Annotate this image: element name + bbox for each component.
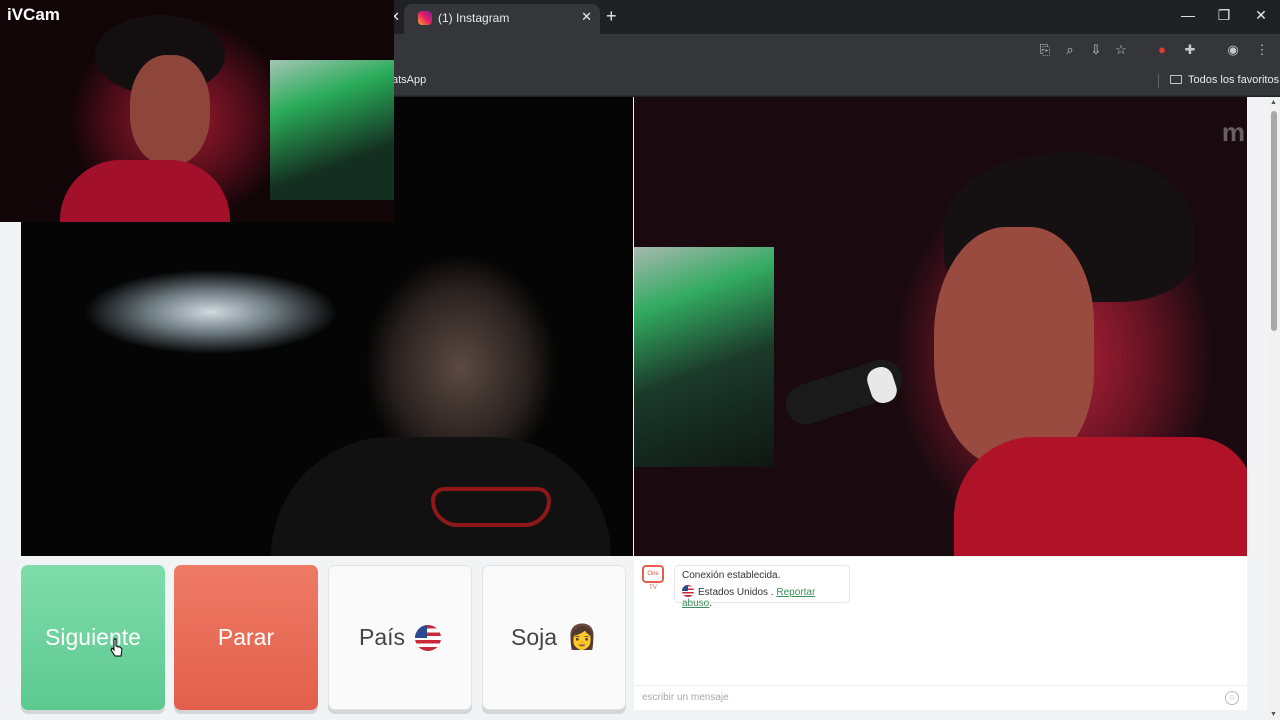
scroll-down-icon[interactable]: ▼: [1270, 711, 1277, 718]
ivcam-person-hoodie: [60, 160, 230, 222]
country-button-label: País: [358, 624, 406, 650]
scroll-up-icon[interactable]: ▲: [1270, 99, 1277, 106]
close-tab-icon[interactable]: ✕: [581, 9, 592, 25]
ivcam-preview-window[interactable]: iVCam: [0, 0, 394, 222]
stop-button[interactable]: Parar: [174, 565, 318, 710]
ivcam-title: iVCam: [7, 5, 60, 24]
new-tab-icon[interactable]: +: [606, 6, 617, 27]
ivcam-pc-lights: [270, 60, 394, 200]
profile-avatar[interactable]: ◉: [1225, 42, 1241, 58]
bookmarks-divider: [1158, 74, 1159, 88]
us-flag-small-icon: [682, 585, 694, 597]
bookmark-whatsapp[interactable]: atsApp: [392, 74, 426, 86]
install-icon[interactable]: ⇩: [1088, 42, 1104, 58]
person-hoodie: [954, 437, 1247, 556]
ivcam-person-face: [130, 55, 210, 165]
message-placeholder: escribir un mensaje: [642, 692, 729, 703]
tab-title: (1) Instagram: [438, 11, 510, 25]
gender-filter-button[interactable]: Soja 👩: [482, 565, 626, 710]
mouse-pointer-icon: [110, 638, 123, 657]
menu-dots-icon[interactable]: ⋮: [1254, 42, 1270, 58]
us-flag-icon: [415, 624, 442, 651]
scrollbar[interactable]: ▲ ▼: [1268, 97, 1280, 720]
emoji-picker-icon[interactable]: ☺: [1225, 691, 1239, 705]
extensions-puzzle-icon[interactable]: ✚: [1182, 42, 1198, 58]
gender-button-label: Soja: [511, 624, 558, 650]
instagram-icon: [418, 11, 432, 25]
bookmark-star-icon[interactable]: ☆: [1113, 42, 1129, 58]
connection-status: Conexión establecida.: [682, 570, 781, 581]
next-button[interactable]: Siguiente: [21, 565, 165, 710]
tv-logo-icon: One TV: [642, 565, 664, 591]
chat-panel: One TV Conexión establecida. Estados Uni…: [634, 557, 1247, 710]
restore-icon[interactable]: ❐: [1214, 7, 1234, 24]
stop-button-label: Parar: [217, 624, 275, 650]
folder-icon: [1170, 75, 1182, 84]
partner-country: Estados Unidos: [698, 587, 769, 598]
tab-instagram[interactable]: (1) Instagram ✕: [404, 4, 600, 34]
local-video: m: [634, 97, 1247, 556]
zoom-icon[interactable]: ⌕: [1062, 42, 1078, 58]
message-input[interactable]: escribir un mensaje ☺: [634, 685, 1247, 710]
extension-icon[interactable]: ●: [1154, 42, 1170, 58]
translate-icon[interactable]: ⎘: [1037, 42, 1053, 58]
minimize-icon[interactable]: —: [1178, 7, 1198, 23]
next-button-label: Siguiente: [45, 624, 141, 650]
partner-location: Estados Unidos . Reportar abuso.: [682, 585, 816, 609]
country-filter-button[interactable]: País: [328, 565, 472, 710]
system-message: Conexión establecida. Estados Unidos . R…: [674, 565, 850, 609]
site-watermark: m: [1221, 117, 1245, 147]
all-bookmarks-folder[interactable]: Todos los favoritos: [1170, 74, 1279, 86]
close-window-icon[interactable]: ✕: [1251, 7, 1271, 24]
shirt-logo: [431, 487, 551, 527]
scroll-thumb[interactable]: [1271, 111, 1277, 331]
folder-label: Todos los favoritos: [1188, 74, 1280, 86]
pc-rig-lights: [634, 247, 774, 467]
woman-emoji-icon: 👩: [567, 624, 597, 651]
person-face: [934, 227, 1094, 467]
